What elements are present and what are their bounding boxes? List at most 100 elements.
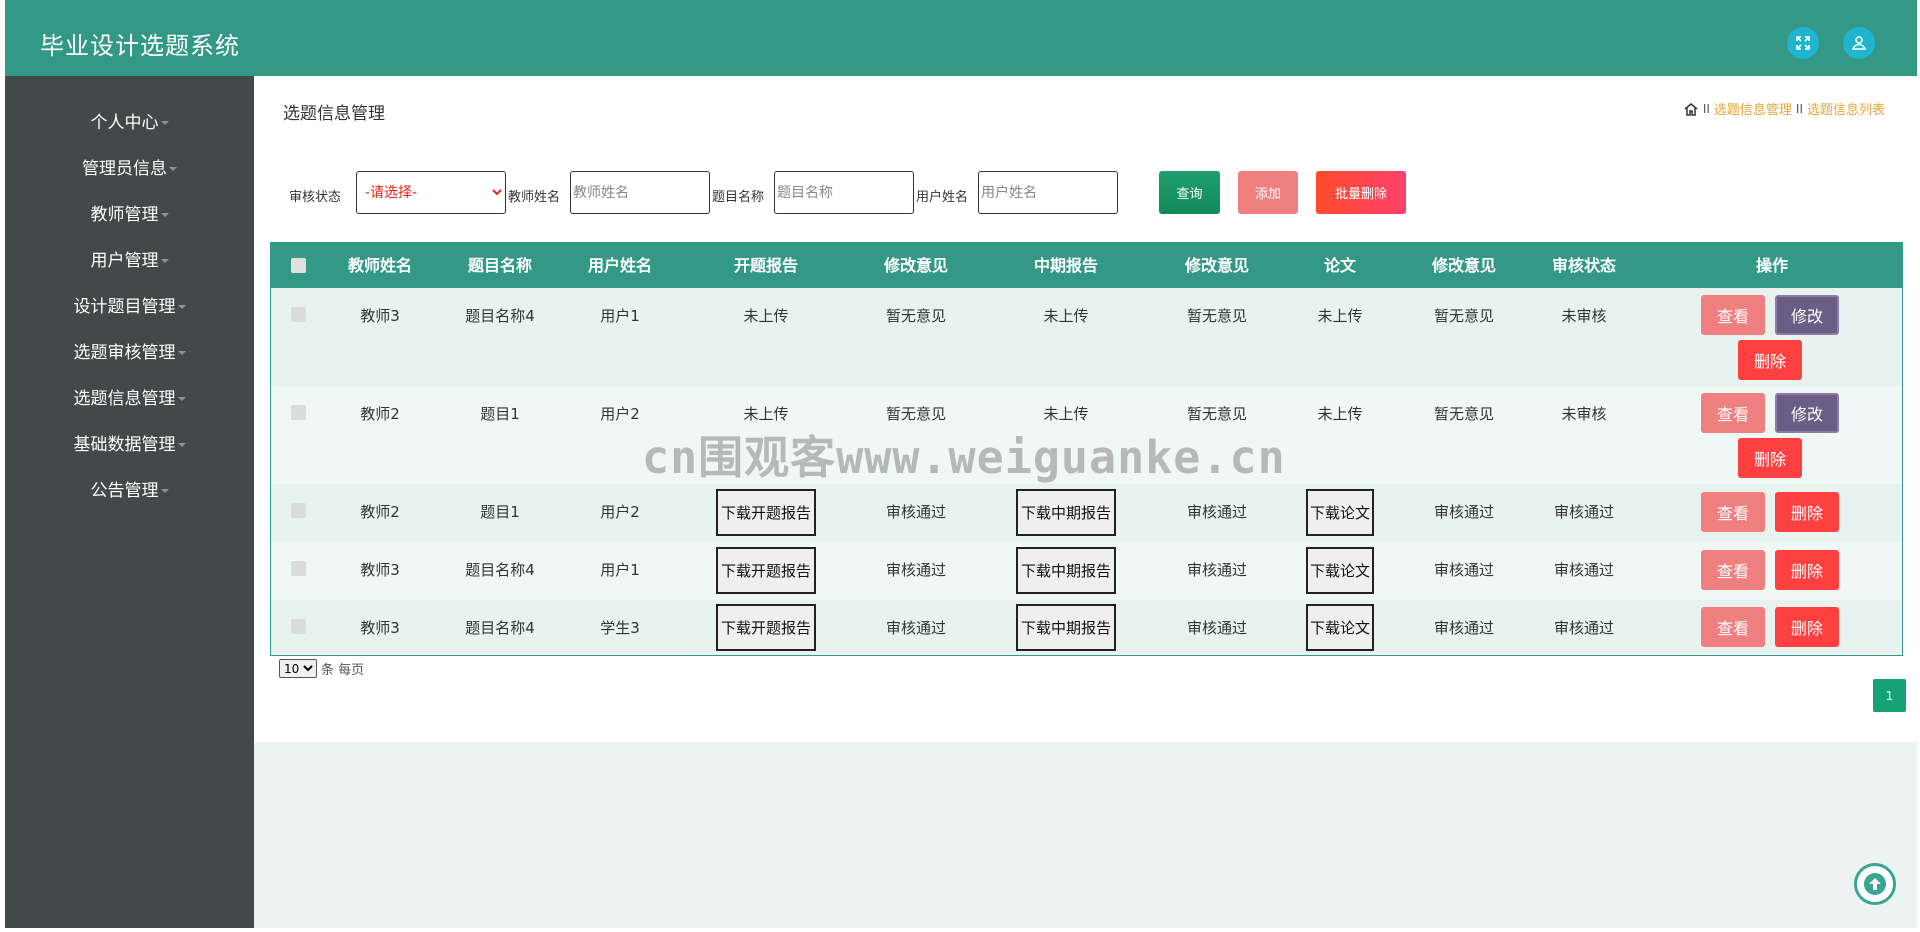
sidebar-item-topic-management[interactable]: 设计题目管理 (5, 292, 254, 317)
cell-user: 用户2 (600, 503, 640, 521)
cell-topic: 题目名称4 (465, 619, 535, 637)
table-row: 教师2 题目1 用户2 下载开题报告 审核通过 下载中期报告 审核通过 下载论文… (271, 484, 1902, 542)
user-icon[interactable] (1843, 27, 1875, 59)
topic-name-input[interactable] (774, 171, 914, 214)
breadcrumb-level2[interactable]: 选题信息列表 (1807, 99, 1885, 118)
download-opening-report-button[interactable]: 下载开题报告 (716, 604, 816, 651)
column-header: 修改意见 (883, 256, 949, 275)
download-opening-report-button[interactable]: 下载开题报告 (716, 547, 816, 594)
row-checkbox[interactable] (291, 405, 306, 420)
view-button[interactable]: 查看 (1701, 607, 1765, 647)
page-size-select[interactable]: 10 (279, 659, 317, 678)
cell-status: 未审核 (1561, 307, 1607, 325)
teacher-name-input[interactable] (570, 171, 710, 214)
fullscreen-icon[interactable] (1787, 27, 1819, 59)
column-header: 中期报告 (1033, 256, 1099, 275)
download-thesis-button[interactable]: 下载论文 (1306, 547, 1374, 594)
sidebar-item-review-management[interactable]: 选题审核管理 (5, 338, 254, 363)
cell-opinion: 审核通过 (885, 503, 947, 521)
user-filter-label: 用户姓名 (916, 190, 969, 205)
column-header: 用户姓名 (587, 256, 653, 275)
row-checkbox[interactable] (291, 619, 306, 634)
cell-user: 用户2 (600, 405, 640, 423)
row-checkbox[interactable] (291, 307, 306, 322)
caret-down-icon (160, 121, 169, 125)
download-thesis-button[interactable]: 下载论文 (1306, 604, 1374, 651)
home-icon[interactable] (1683, 101, 1699, 117)
cell-teacher: 教师3 (360, 619, 400, 637)
select-all-checkbox[interactable] (291, 258, 306, 273)
breadcrumb-level1[interactable]: 选题信息管理 (1714, 99, 1792, 118)
sidebar-item-label: 用户管理 (90, 251, 159, 271)
cell-opinion: 审核通过 (885, 561, 947, 579)
status-select[interactable]: -请选择- (356, 171, 506, 214)
column-header: 操作 (1755, 256, 1789, 275)
caret-down-icon (160, 259, 169, 263)
cell-opinion: 暂无意见 (1433, 307, 1495, 325)
sidebar-item-announcements[interactable]: 公告管理 (5, 476, 254, 501)
column-header: 教师姓名 (347, 256, 413, 275)
table-row: 教师3 题目名称4 用户1 未上传 暂无意见 未上传 暂无意见 未上传 暂无意见… (271, 288, 1902, 386)
watermark: cn围观客www.weiguanke.cn (642, 431, 1286, 484)
batch-delete-button[interactable]: 批量删除 (1316, 171, 1406, 214)
delete-button[interactable]: 删除 (1775, 550, 1839, 590)
cell-status: 审核通过 (1553, 503, 1615, 521)
sidebar-item-label: 公告管理 (90, 481, 159, 501)
query-button[interactable]: 查询 (1159, 171, 1220, 214)
cell-user: 用户1 (600, 561, 640, 579)
download-midterm-report-button[interactable]: 下载中期报告 (1016, 604, 1116, 651)
table-row: 教师3 题目名称4 学生3 下载开题报告 审核通过 下载中期报告 审核通过 下载… (271, 600, 1902, 655)
cell-thesis: 未上传 (1317, 307, 1363, 325)
cell-user: 学生3 (600, 619, 640, 637)
cell-opinion: 审核通过 (1433, 561, 1495, 579)
sidebar-item-admin-info[interactable]: 管理员信息 (5, 154, 254, 179)
main-content: 选题信息管理 II 选题信息管理 II 选题信息列表 审核状态 -请选择- 教师… (254, 76, 1917, 742)
delete-button[interactable]: 删除 (1738, 340, 1802, 380)
app-window: 毕业设计选题系统 个人中心 管理员信息 教师管理 用户管理 设计题目管理 选题审… (5, 0, 1917, 928)
view-button[interactable]: 查看 (1701, 550, 1765, 590)
edit-button[interactable]: 修改 (1775, 295, 1839, 335)
sidebar-item-base-data[interactable]: 基础数据管理 (5, 430, 254, 455)
sidebar-item-label: 选题信息管理 (73, 389, 176, 409)
row-checkbox[interactable] (291, 503, 306, 518)
edit-button[interactable]: 修改 (1775, 393, 1839, 433)
caret-down-icon (177, 305, 186, 309)
download-opening-report-button[interactable]: 下载开题报告 (716, 489, 816, 536)
download-midterm-report-button[interactable]: 下载中期报告 (1016, 489, 1116, 536)
table-row: 教师3 题目名称4 用户1 下载开题报告 审核通过 下载中期报告 审核通过 下载… (271, 542, 1902, 600)
cell-opinion: 暂无意见 (885, 307, 947, 325)
back-to-top-button[interactable] (1854, 863, 1896, 905)
sidebar-item-teacher-management[interactable]: 教师管理 (5, 200, 254, 225)
delete-button[interactable]: 删除 (1775, 607, 1839, 647)
sidebar-item-label: 选题审核管理 (73, 343, 176, 363)
column-header: 题目名称 (467, 256, 533, 275)
view-button[interactable]: 查看 (1701, 295, 1765, 335)
view-button[interactable]: 查看 (1701, 492, 1765, 532)
sidebar-item-label: 设计题目管理 (73, 297, 176, 317)
cell-thesis: 未上传 (1317, 405, 1363, 423)
caret-down-icon (169, 167, 177, 171)
row-checkbox[interactable] (291, 561, 306, 576)
sidebar-item-user-management[interactable]: 用户管理 (5, 246, 254, 271)
cell-opinion: 审核通过 (1186, 619, 1248, 637)
download-midterm-report-button[interactable]: 下载中期报告 (1016, 547, 1116, 594)
download-thesis-button[interactable]: 下载论文 (1306, 489, 1374, 536)
sidebar-item-selection-info[interactable]: 选题信息管理 (5, 384, 254, 409)
user-name-input[interactable] (978, 171, 1118, 214)
cell-opinion: 暂无意见 (1186, 307, 1248, 325)
status-filter-label: 审核状态 (289, 190, 342, 205)
delete-button[interactable]: 删除 (1775, 492, 1839, 532)
caret-down-icon (177, 397, 186, 401)
page-title: 选题信息管理 (283, 104, 385, 124)
cell-topic: 题目1 (480, 503, 520, 521)
column-header: 审核状态 (1551, 256, 1617, 275)
delete-button[interactable]: 删除 (1738, 438, 1802, 478)
sidebar-item-personal-center[interactable]: 个人中心 (5, 108, 254, 133)
table-header: 教师姓名 题目名称 用户姓名 开题报告 修改意见 中期报告 修改意见 论文 修改… (271, 243, 1902, 288)
view-button[interactable]: 查看 (1701, 393, 1765, 433)
cell-status: 审核通过 (1553, 561, 1615, 579)
page-number-current[interactable]: 1 (1873, 679, 1906, 712)
cell-opinion: 审核通过 (1433, 619, 1495, 637)
add-button[interactable]: 添加 (1238, 171, 1298, 214)
cell-topic: 题目1 (480, 405, 520, 423)
